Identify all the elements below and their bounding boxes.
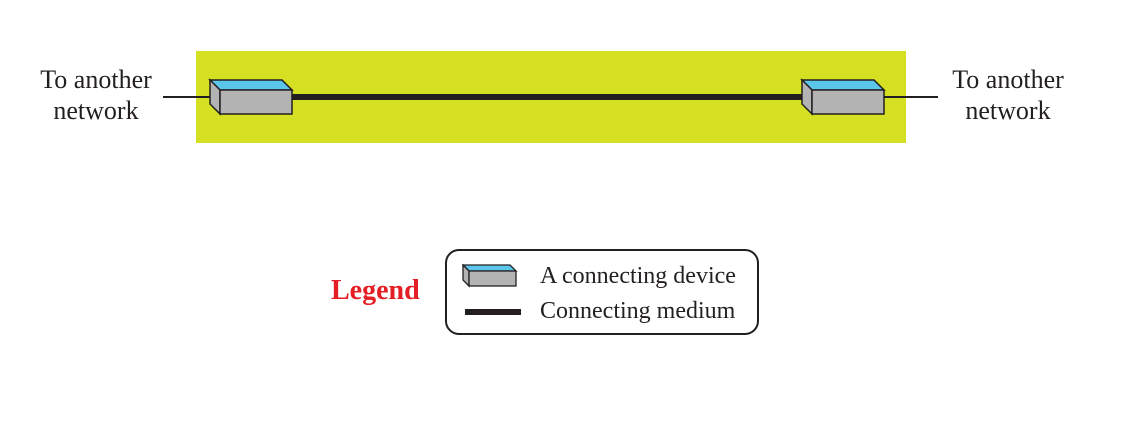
right-connecting-device: [800, 78, 886, 116]
connecting-medium-swatch: [465, 309, 521, 315]
left-network-label-line1: To another: [40, 65, 152, 94]
connecting-device-icon: [462, 264, 518, 288]
legend-title: Legend: [331, 275, 420, 306]
legend-item-medium-label: Connecting medium: [540, 298, 736, 324]
left-network-label: To another network: [22, 64, 170, 126]
left-connecting-device: [208, 78, 294, 116]
right-network-label: To another network: [934, 64, 1082, 126]
right-network-label-line2: network: [965, 96, 1051, 125]
legend-box: A connecting device Connecting medium: [445, 249, 759, 335]
left-network-label-line2: network: [53, 96, 139, 125]
right-network-label-line1: To another: [952, 65, 1064, 94]
legend-item-device-label: A connecting device: [540, 263, 736, 289]
